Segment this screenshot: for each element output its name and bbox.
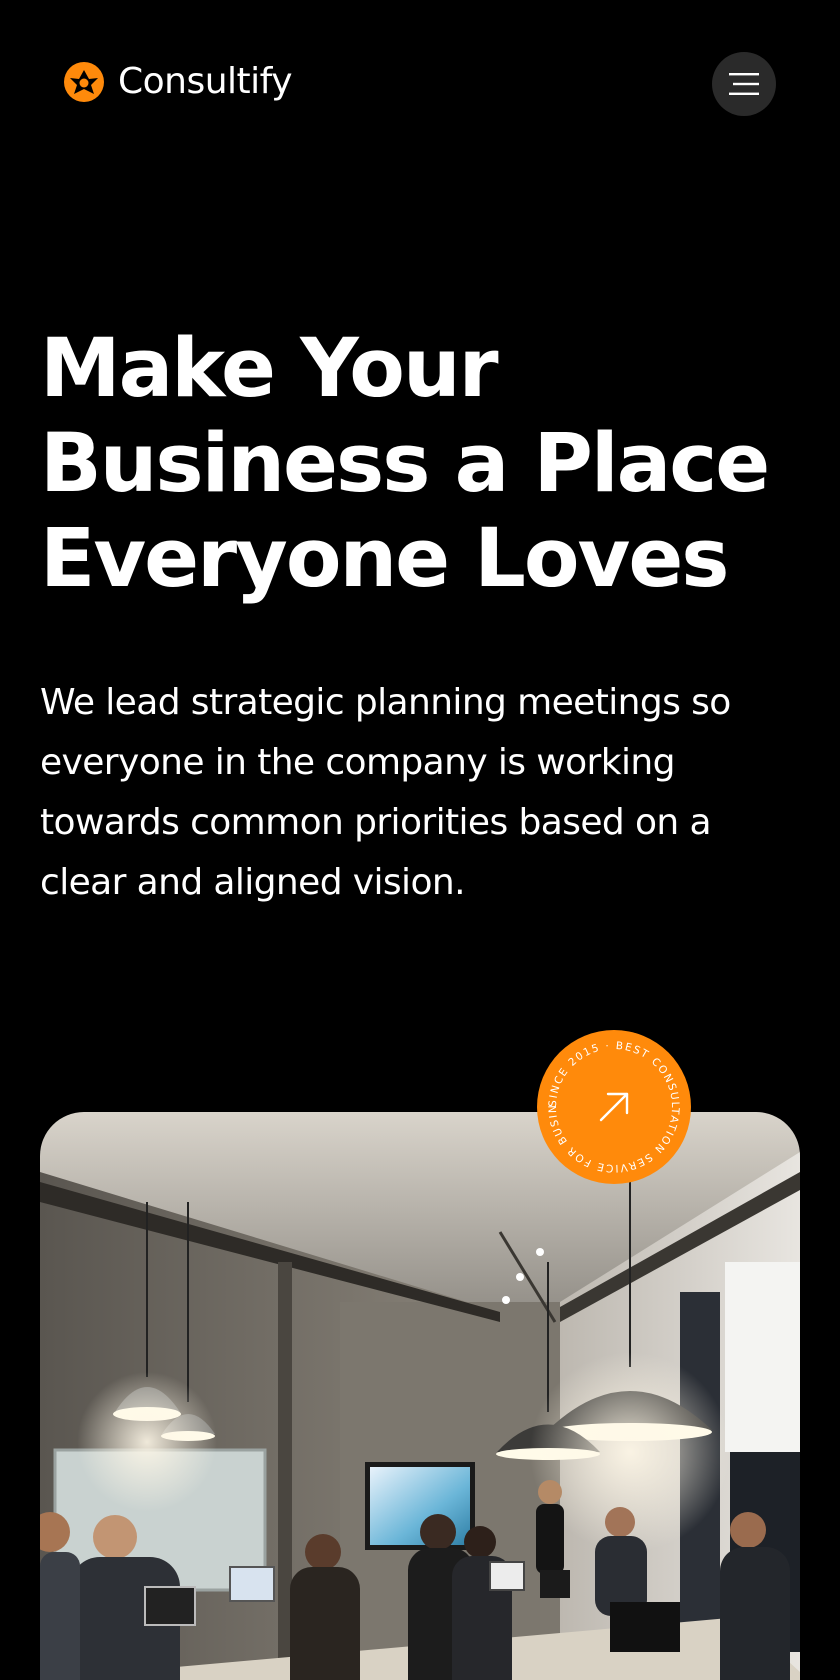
menu-button[interactable]	[712, 52, 776, 116]
consultify-logo-icon	[64, 62, 104, 102]
hero-title-line: Everyone Loves	[40, 512, 729, 606]
svg-text:SINCE 2015 · BEST CONSULTATION: SINCE 2015 · BEST CONSULTATION SERVICE F…	[537, 1030, 681, 1174]
site-header: Consultify	[0, 0, 840, 170]
meeting-room-photo	[40, 1112, 800, 1680]
circular-badge-text: SINCE 2015 · BEST CONSULTATION SERVICE F…	[537, 1030, 681, 1174]
hero-description: We lead strategic planning meetings so e…	[40, 682, 731, 903]
meeting-room-illustration	[40, 1112, 800, 1680]
page: Consultify Make Your Business a Place Ev…	[0, 0, 840, 1680]
hamburger-menu-icon	[729, 73, 759, 95]
badge-circular-label: SINCE 2015 · BEST CONSULTATION SERVICE F…	[537, 1030, 680, 1174]
consultation-badge-button[interactable]: SINCE 2015 · BEST CONSULTATION SERVICE F…	[537, 1030, 691, 1184]
arrow-up-right-icon	[599, 1092, 629, 1122]
brand-logo[interactable]: Consultify	[63, 60, 293, 104]
hero-title: Make Your Business a Place Everyone Love…	[40, 322, 800, 607]
hero-title-line: Make Your	[40, 322, 499, 416]
brand-name: Consultify	[118, 61, 293, 102]
hero-title-line: Business a Place	[40, 417, 770, 511]
